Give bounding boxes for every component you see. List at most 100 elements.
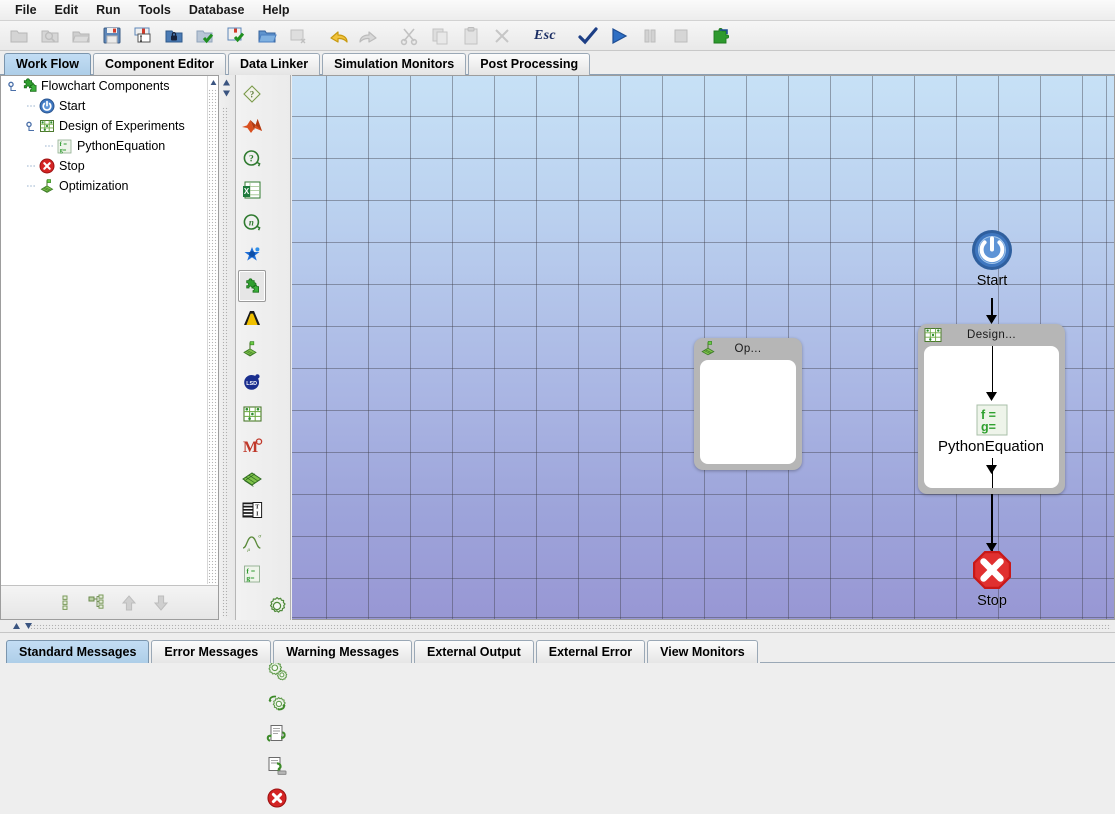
text-file-button[interactable]: T I <box>238 494 266 526</box>
tab-component-editor[interactable]: Component Editor <box>92 53 226 75</box>
run-button[interactable] <box>604 22 634 50</box>
abaqus-component-button[interactable] <box>238 302 266 334</box>
redo-button[interactable] <box>354 22 384 50</box>
menu-tools[interactable]: Tools <box>129 1 179 19</box>
move-down-button[interactable] <box>145 588 177 618</box>
menu-run[interactable]: Run <box>87 1 129 19</box>
copy-file-button[interactable] <box>264 718 289 750</box>
menu-help[interactable]: Help <box>253 1 298 19</box>
canvas-node-stop[interactable]: Stop <box>953 548 1031 609</box>
validate-button[interactable] <box>573 22 603 50</box>
doe-grid-button[interactable] <box>238 398 266 430</box>
canvas-node-start[interactable]: Start <box>953 228 1031 289</box>
container-body[interactable]: f = g= PythonEquation <box>924 346 1059 488</box>
equation-button[interactable]: f = g= <box>238 558 266 590</box>
delete-button[interactable] <box>487 22 517 50</box>
scroll-up-icon[interactable] <box>208 76 218 89</box>
distribution-button[interactable]: σ μ <box>238 526 266 558</box>
optimization-icon <box>699 340 719 358</box>
paste-button[interactable] <box>456 22 486 50</box>
undo-button[interactable] <box>323 22 353 50</box>
tree-toolbar <box>1 585 218 619</box>
save-check-button[interactable] <box>221 22 251 50</box>
mesh-component-button[interactable] <box>238 462 266 494</box>
doe-grid-icon <box>38 118 55 135</box>
excel-component-button[interactable]: X <box>238 174 266 206</box>
unknown-component-button[interactable]: ? <box>238 78 266 110</box>
new-folder-button[interactable] <box>4 22 34 50</box>
tab-error-messages[interactable]: Error Messages <box>151 640 272 663</box>
menu-database[interactable]: Database <box>180 1 254 19</box>
canvas-node-label-start: Start <box>976 273 1008 289</box>
open-model-button[interactable] <box>252 22 282 50</box>
expand-handle-icon[interactable] <box>25 116 38 136</box>
workflow-canvas-grid[interactable]: Op... Design... f = g= PythonEquation St… <box>292 76 1114 619</box>
tree-item-design-of-experiments[interactable]: Design of Experiments <box>1 116 208 136</box>
tab-data-linker[interactable]: Data Linker <box>227 53 321 75</box>
canvas-container-design-of-experiments[interactable]: Design... f = g= PythonEquation <box>918 324 1065 494</box>
container-header[interactable]: Op... <box>694 338 802 360</box>
tree-item-start[interactable]: Start <box>1 96 208 116</box>
container-body[interactable] <box>700 360 796 464</box>
splitter-grip[interactable] <box>222 107 229 618</box>
tree-item-optimization[interactable]: Optimization <box>1 176 208 196</box>
splitter-collapse-arrows[interactable] <box>220 78 232 104</box>
tree-scrollbar[interactable] <box>207 76 218 584</box>
tree-item-flowchart-components[interactable]: Flowchart Components <box>1 76 208 96</box>
chevron-up-icon <box>222 79 230 86</box>
tab-simulation-monitors[interactable]: Simulation Monitors <box>322 53 467 75</box>
export-file-button[interactable] <box>264 750 289 782</box>
plugin-button[interactable] <box>706 22 736 50</box>
check-in-button[interactable] <box>190 22 220 50</box>
tab-external-output[interactable]: External Output <box>414 640 534 663</box>
save-button[interactable] <box>97 22 127 50</box>
container-header[interactable]: Design... <box>918 324 1065 346</box>
process-gear-button[interactable] <box>264 590 289 622</box>
scroll-track[interactable] <box>208 89 218 584</box>
tab-warning-messages[interactable]: Warning Messages <box>273 640 412 663</box>
terminator-button[interactable] <box>264 782 289 814</box>
panel-splitter[interactable] <box>219 75 236 620</box>
tab-standard-messages[interactable]: Standard Messages <box>6 640 150 663</box>
n-loop-component-button[interactable]: n <box>238 206 266 238</box>
svg-text:μ: μ <box>247 547 250 552</box>
list-view-button[interactable] <box>49 588 81 618</box>
open-folder-button[interactable] <box>66 22 96 50</box>
bottom-splitter[interactable] <box>0 620 1115 632</box>
tree-view-button[interactable] <box>81 588 113 618</box>
star-ccm-button[interactable] <box>238 238 266 270</box>
tab-post-processing[interactable]: Post Processing <box>468 53 591 75</box>
toolbar-separator-4 <box>564 23 573 49</box>
bottom-splitter-grip[interactable] <box>30 624 1111 629</box>
expand-handle-icon[interactable] <box>7 76 20 96</box>
workflow-canvas-area[interactable]: Op... Design... f = g= PythonEquation St… <box>292 75 1115 620</box>
menu-file[interactable]: File <box>6 1 46 19</box>
matlab-component-button[interactable] <box>238 110 266 142</box>
tree-item-stop[interactable]: Stop <box>1 156 208 176</box>
lsdyna-component-button[interactable]: LSD <box>238 366 266 398</box>
tree-item-python-equation[interactable]: f = g= PythonEquation <box>1 136 208 156</box>
save-as-button[interactable] <box>128 22 158 50</box>
chevron-up-icon[interactable] <box>12 622 21 630</box>
close-model-button[interactable] <box>283 22 313 50</box>
move-up-button[interactable] <box>113 588 145 618</box>
escape-button[interactable]: Esc <box>527 22 563 50</box>
lock-model-button[interactable] <box>159 22 189 50</box>
canvas-node-python-equation[interactable]: f = g= <box>961 404 1023 436</box>
canvas-container-optimization[interactable]: Op... <box>694 338 802 470</box>
tab-view-monitors[interactable]: View Monitors <box>647 640 758 663</box>
mathcad-button[interactable]: M <box>238 430 266 462</box>
tab-external-error[interactable]: External Error <box>535 640 646 663</box>
open-search-button[interactable] <box>35 22 65 50</box>
copy-button[interactable] <box>425 22 455 50</box>
loop-gear-button[interactable] <box>264 686 289 718</box>
sampling-component-button[interactable] <box>238 334 266 366</box>
tree-branch-line <box>43 136 56 156</box>
menu-edit[interactable]: Edit <box>46 1 88 19</box>
stop-button[interactable] <box>666 22 696 50</box>
dakota-component-button[interactable] <box>238 270 266 302</box>
tab-work-flow[interactable]: Work Flow <box>4 53 91 75</box>
cut-button[interactable] <box>394 22 424 50</box>
query-component-button[interactable]: ? <box>238 142 266 174</box>
pause-button[interactable] <box>635 22 665 50</box>
